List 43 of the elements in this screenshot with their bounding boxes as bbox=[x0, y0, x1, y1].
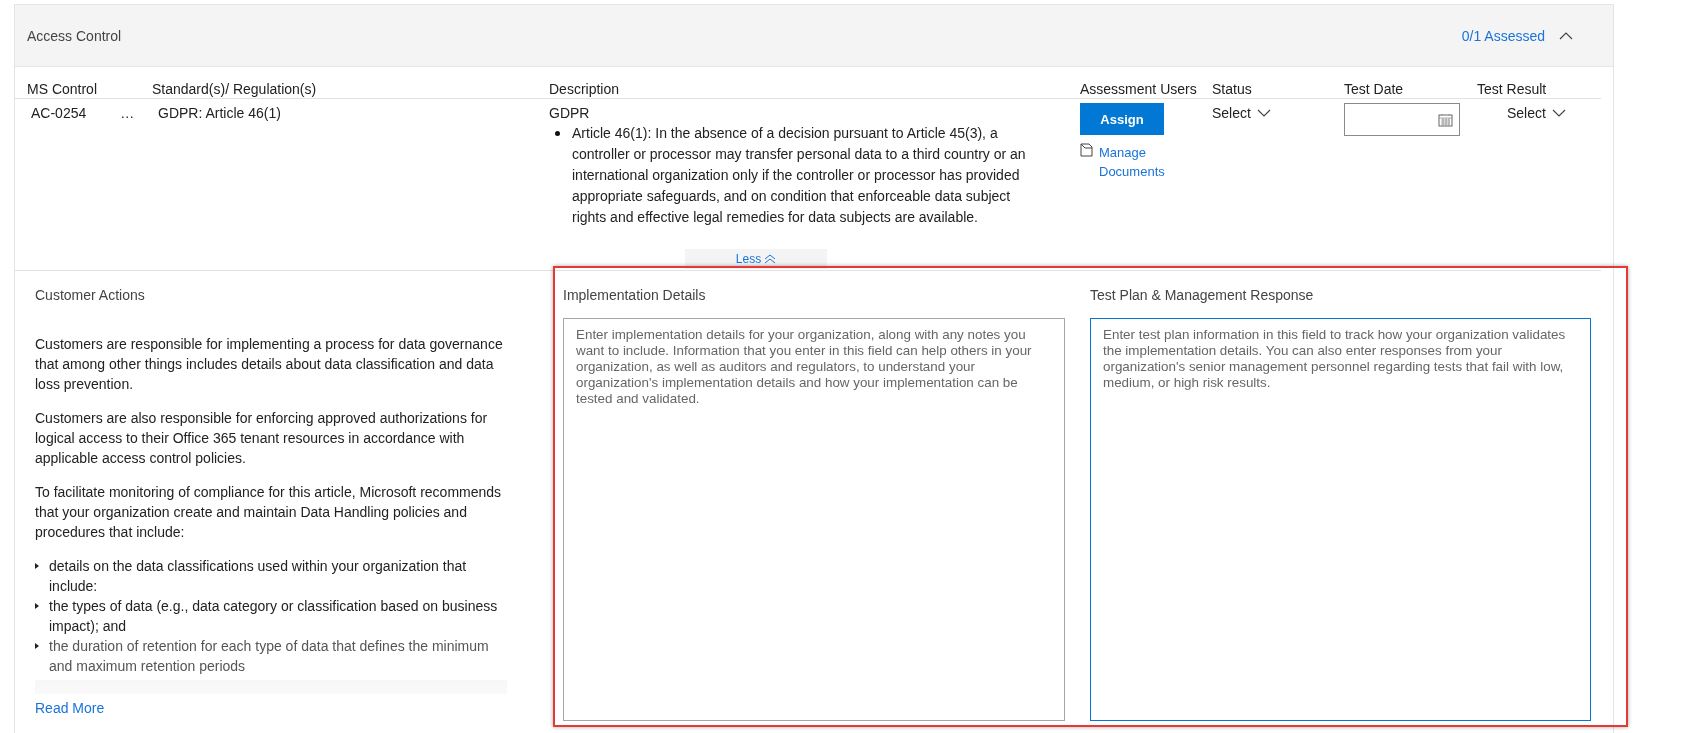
list-item: the duration of retention for each type of data that defines the minimum and maximum retention periods bbox=[49, 637, 490, 676]
column-header: MS Control bbox=[27, 80, 99, 98]
column-header: Test Result bbox=[1477, 80, 1548, 98]
read-more-link[interactable]: Read More bbox=[35, 698, 507, 718]
column-header: Standard(s)/ Regulation(s) bbox=[152, 80, 318, 98]
bullet-icon bbox=[35, 603, 39, 609]
text-area[interactable]: Enter test plan information in this field to track how your organization validates the implementation details. You can also enter responses from your organization's senior management personnel regarding tests that fail with low, medium, or high risk results. bbox=[1090, 318, 1591, 721]
text-area[interactable]: Enter implementation details for your organization, along with any notes you want to include. Information that you enter in this field can help others in your organization, as well as auditors and regulators, to understand your organization's implementation details and how your implementation can be tested and validated. bbox=[563, 318, 1065, 721]
field-label: Implementation Details bbox=[563, 286, 707, 305]
column-header: Status bbox=[1212, 80, 1253, 98]
list-item: details on the data classifications used within your organization that include: bbox=[49, 557, 468, 596]
standard-text: GDPR: Article 46(1) bbox=[158, 104, 281, 123]
field-label: Test Plan & Management Response bbox=[1090, 286, 1315, 305]
assessed-link[interactable]: 0/1 Assessed bbox=[1461, 27, 1545, 44]
assign-button[interactable]: Assign bbox=[1080, 103, 1164, 135]
description-title: GDPR bbox=[549, 104, 591, 123]
column-header: Test Date bbox=[1344, 80, 1405, 98]
paragraph: Customers are responsible for implementing a process for data governance that among other things includes details about data classification and data loss prevention. bbox=[35, 335, 504, 394]
test-date-field[interactable] bbox=[1344, 103, 1460, 136]
collapse-button[interactable] bbox=[1559, 31, 1573, 40]
chevron-down-icon bbox=[1551, 109, 1566, 117]
chevron-down-icon bbox=[1256, 109, 1271, 117]
column-header: Assessment Users bbox=[1080, 80, 1198, 98]
status-dropdown[interactable]: Select bbox=[1212, 103, 1271, 123]
calendar-icon bbox=[1438, 112, 1453, 127]
section-heading: Customer Actions bbox=[35, 286, 146, 305]
bullet-icon bbox=[35, 643, 39, 649]
list-item: the types of data (e.g., data category or classification based on business impact); and bbox=[49, 597, 499, 636]
section-title: Access Control bbox=[27, 27, 123, 44]
double-chevron-up-icon bbox=[764, 254, 777, 264]
document-icon bbox=[1080, 143, 1093, 157]
description-text: Article 46(1): In the absence of a decision pursuant to Article 45(3), a controller or processor may transfer personal data to a third country or an international organization only if the controller or processor has provided appropriate safeguards, and on condition that enforceable data subject rights and effective legal remedies for data subjects are available. bbox=[572, 124, 1027, 227]
bullet-icon bbox=[555, 131, 560, 136]
manage-documents-link[interactable]: Manage Documents bbox=[1099, 143, 1179, 181]
column-header: Description bbox=[549, 80, 621, 98]
chevron-up-icon bbox=[1559, 31, 1573, 40]
test-result-dropdown[interactable]: Select bbox=[1507, 103, 1566, 123]
bullet-icon bbox=[35, 563, 39, 569]
paragraph: To facilitate monitoring of compliance for this article, Microsoft recommends that your organization create and maintain Data Handling policies and procedures that include: bbox=[35, 483, 503, 542]
paragraph: Customers are also responsible for enforcing approved authorizations for logical access to their Office 365 tenant resources in accordance with applicable access control policies. bbox=[35, 409, 489, 468]
control-id: AC-0254 bbox=[31, 104, 87, 123]
less-button[interactable]: Less bbox=[685, 249, 827, 269]
more-options[interactable]: … bbox=[120, 103, 135, 123]
